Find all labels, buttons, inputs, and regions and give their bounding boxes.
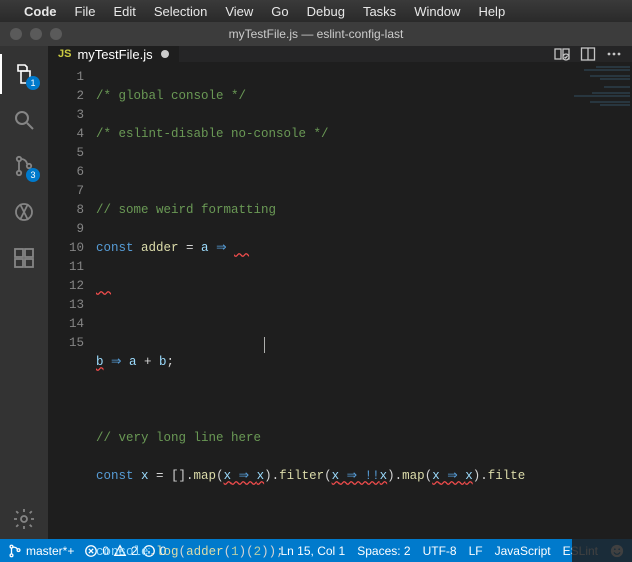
more-actions-icon[interactable] [606,46,622,62]
window-titlebar: myTestFile.js — eslint-config-last [0,22,632,46]
split-editor-icon[interactable] [580,46,596,62]
explorer-icon[interactable]: 1 [0,54,48,94]
line-number-gutter: 123 456 789 101112 131415 [48,62,96,562]
activity-bar: 1 3 [0,46,48,539]
search-icon[interactable] [0,100,48,140]
workbench: 1 3 JS myTestFile.js [0,46,632,539]
menu-edit[interactable]: Edit [105,4,143,19]
traffic-lights [0,28,62,40]
extensions-icon[interactable] [0,238,48,278]
menu-go[interactable]: Go [263,4,296,19]
explorer-badge: 1 [26,76,40,90]
tab-mytestfile[interactable]: JS myTestFile.js [48,46,180,62]
source-control-icon[interactable]: 3 [0,146,48,186]
close-window-button[interactable] [10,28,22,40]
menu-app[interactable]: Code [16,4,65,19]
macos-menubar: Code File Edit Selection View Go Debug T… [0,0,632,22]
menu-tasks[interactable]: Tasks [355,4,404,19]
scm-badge: 3 [26,168,40,182]
minimap[interactable] [572,62,632,562]
editor-actions [554,46,632,62]
menu-selection[interactable]: Selection [146,4,215,19]
compare-changes-icon[interactable] [554,46,570,62]
tab-bar: JS myTestFile.js [48,46,632,62]
debug-icon[interactable] [0,192,48,232]
code-content[interactable]: /* global console */ /* eslint-disable n… [96,62,632,562]
menu-file[interactable]: File [67,4,104,19]
window-title: myTestFile.js — eslint-config-last [0,27,632,41]
editor-group: JS myTestFile.js 123 456 789 101112 1314… [48,46,632,539]
zoom-window-button[interactable] [50,28,62,40]
menu-view[interactable]: View [217,4,261,19]
minimize-window-button[interactable] [30,28,42,40]
settings-gear-icon[interactable] [0,499,48,539]
menu-help[interactable]: Help [470,4,513,19]
menu-window[interactable]: Window [406,4,468,19]
mouse-caret [264,337,265,353]
tab-label: myTestFile.js [77,47,152,62]
menu-debug[interactable]: Debug [299,4,353,19]
text-editor[interactable]: 123 456 789 101112 131415 /* global cons… [48,62,632,562]
dirty-indicator-icon [161,50,169,58]
js-file-icon: JS [58,48,71,60]
